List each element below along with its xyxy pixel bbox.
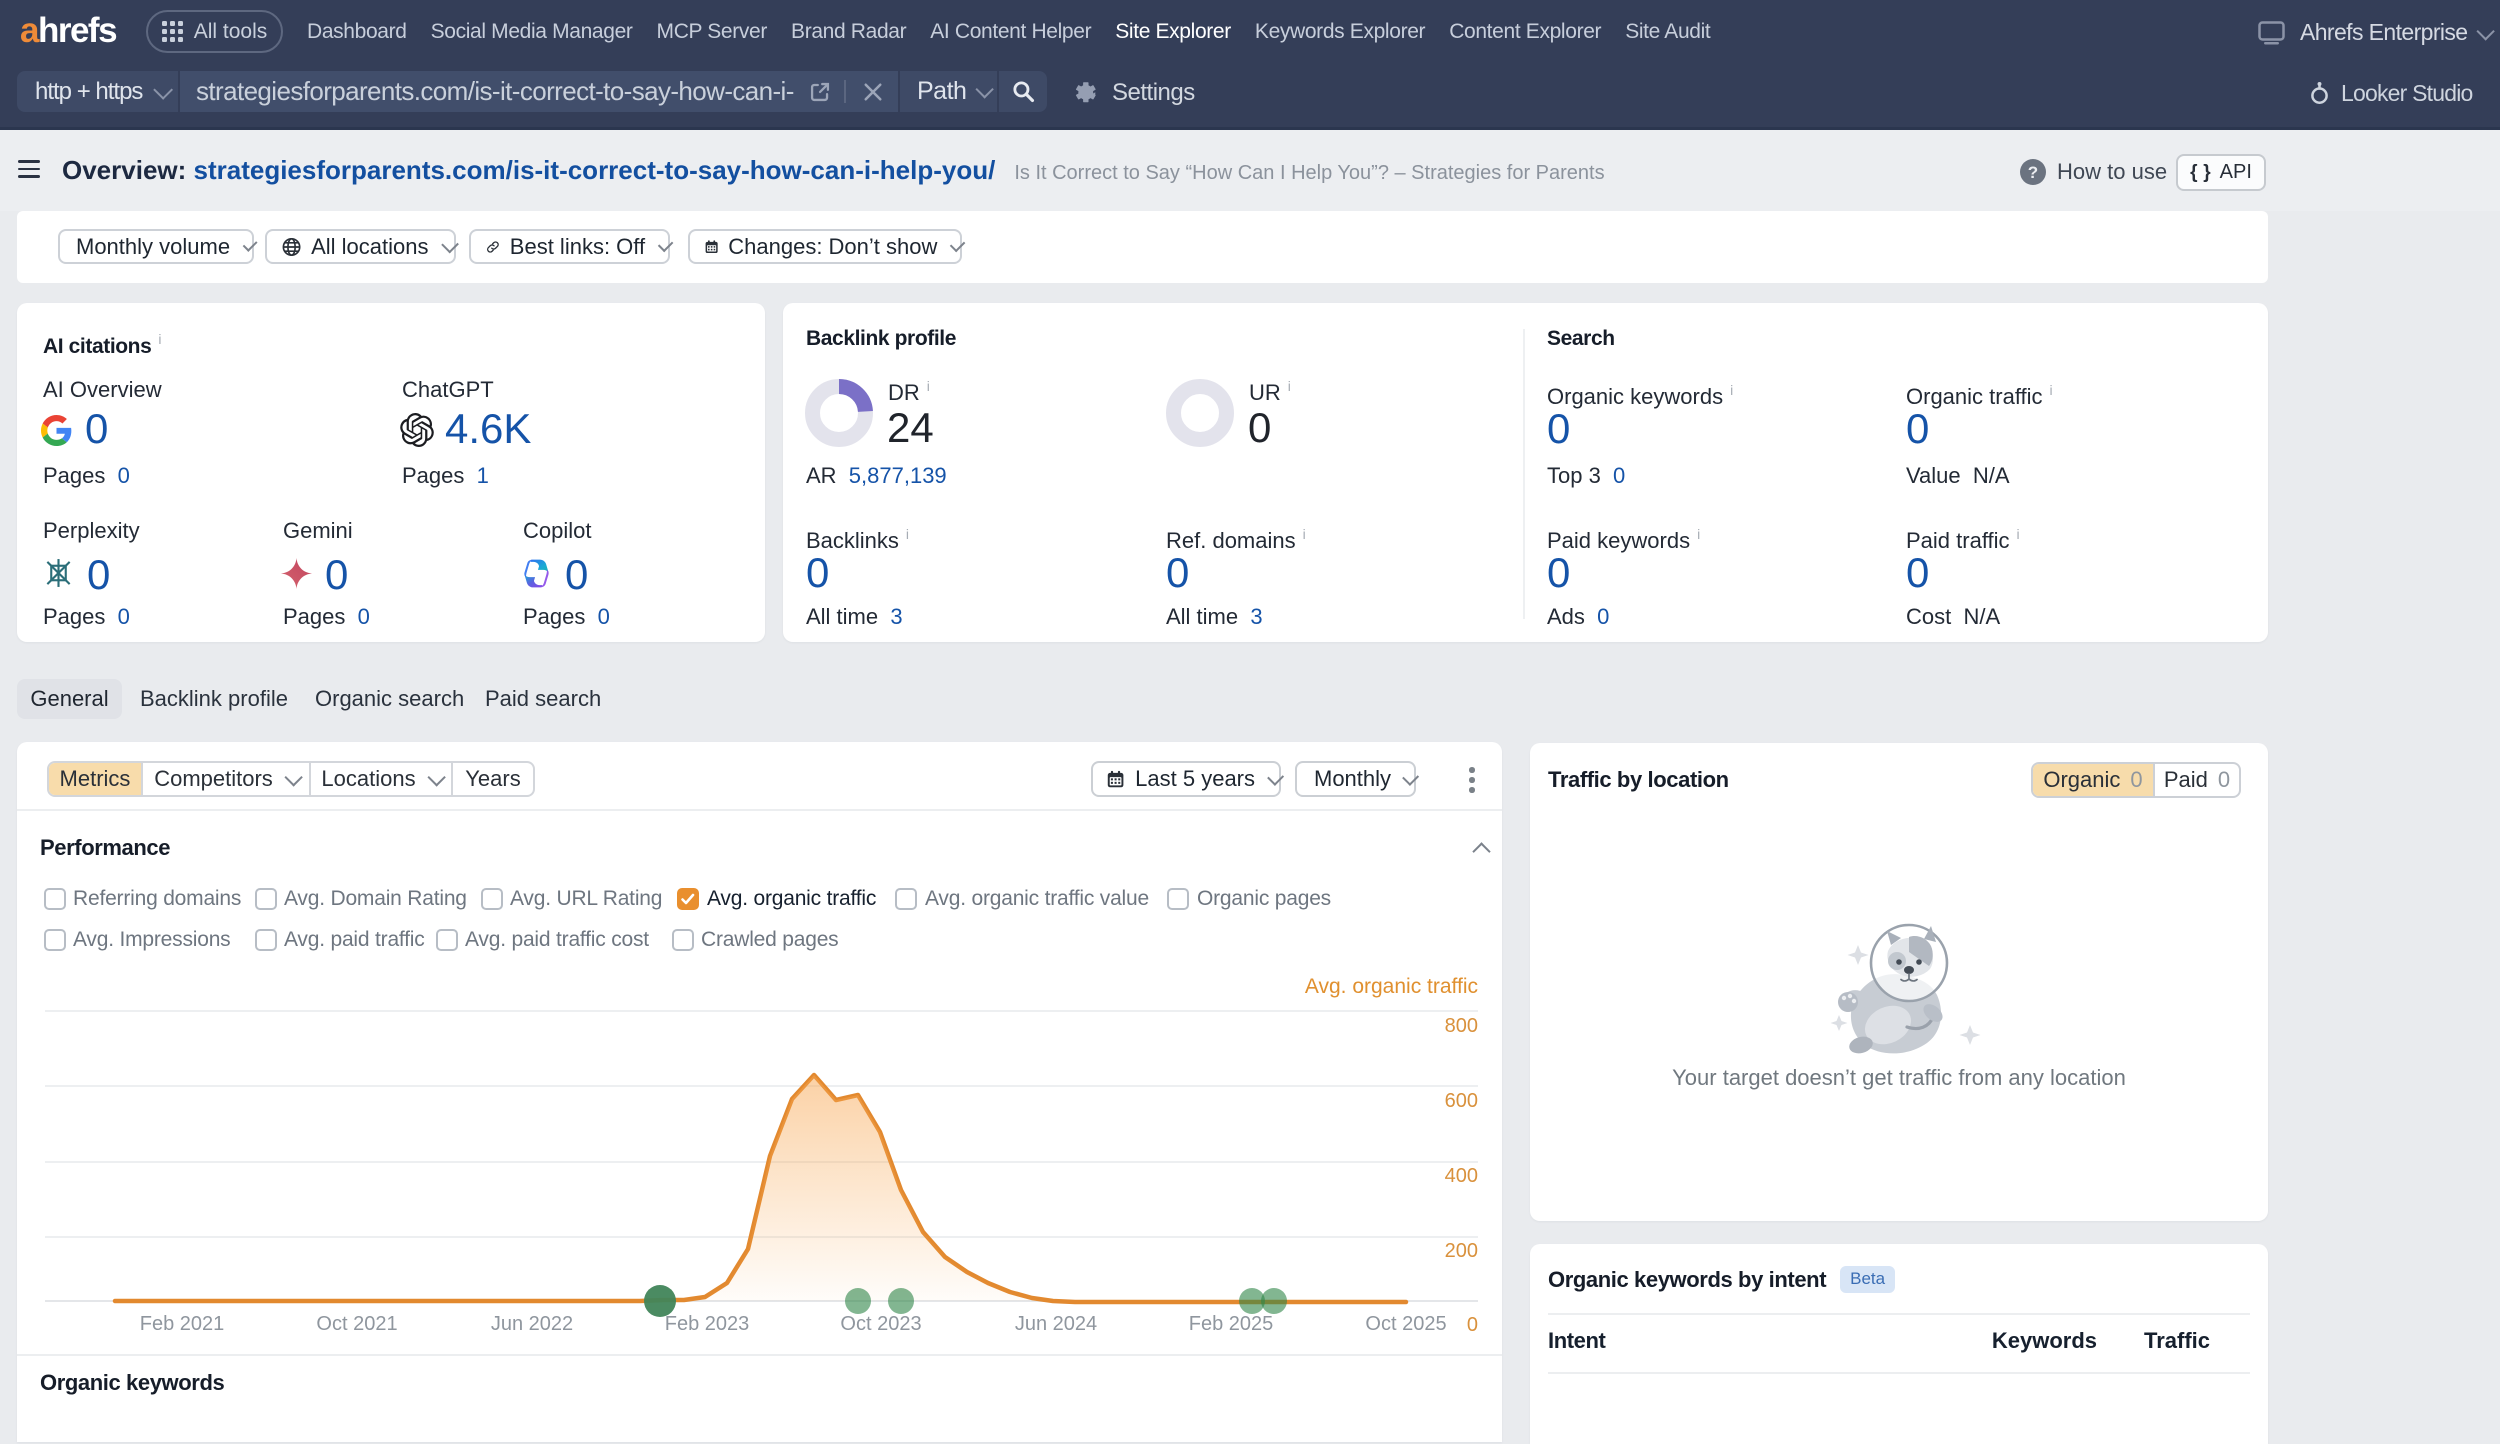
svg-text:Jun 2024: Jun 2024 (1015, 1313, 1097, 1335)
svg-text:200: 200 (1445, 1240, 1478, 1262)
svg-text:Feb 2023: Feb 2023 (665, 1313, 750, 1335)
svg-text:Jun 2022: Jun 2022 (491, 1313, 573, 1335)
svg-text:800: 800 (1445, 1015, 1478, 1037)
svg-text:Feb 2025: Feb 2025 (1189, 1313, 1274, 1335)
svg-text:400: 400 (1445, 1165, 1478, 1187)
svg-text:Oct 2021: Oct 2021 (316, 1313, 397, 1335)
svg-text:600: 600 (1445, 1090, 1478, 1112)
svg-text:0: 0 (1467, 1314, 1478, 1336)
svg-text:Oct 2025: Oct 2025 (1365, 1313, 1446, 1335)
svg-text:?: ? (2028, 163, 2038, 182)
svg-text:Feb 2021: Feb 2021 (140, 1313, 225, 1335)
svg-text:Oct 2023: Oct 2023 (840, 1313, 921, 1335)
